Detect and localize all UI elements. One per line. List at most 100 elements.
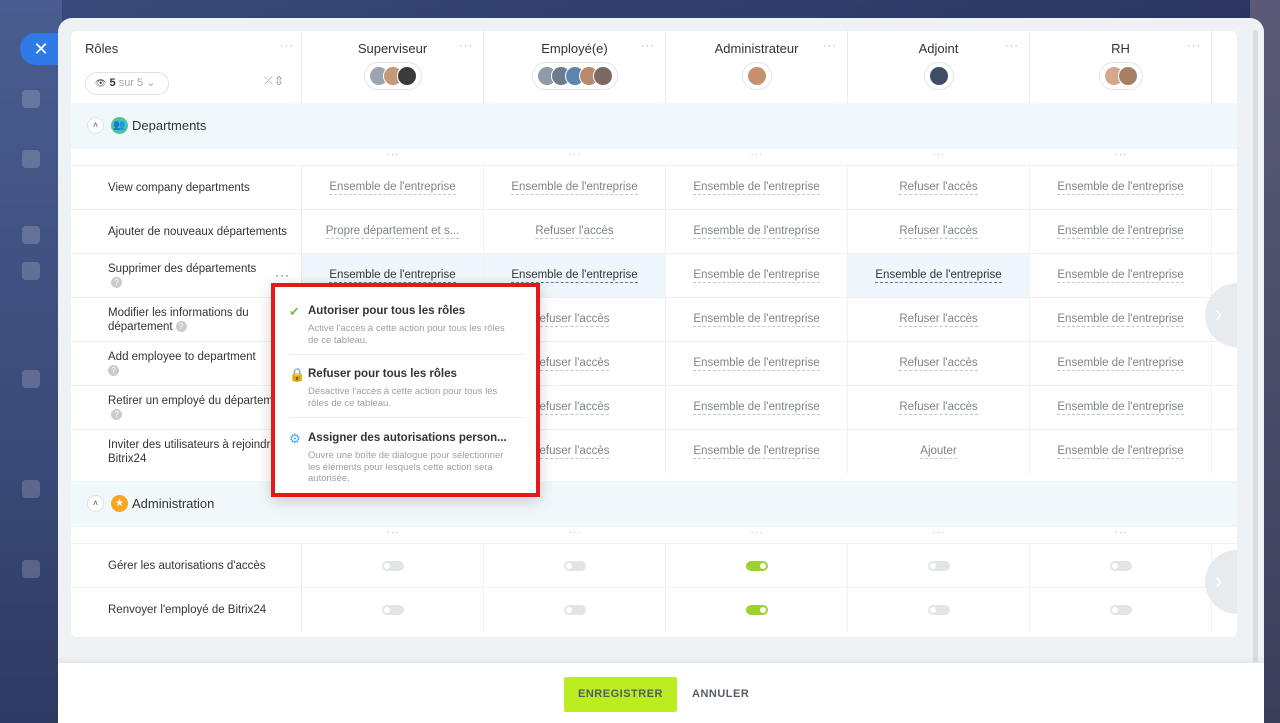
role-avatars[interactable] bbox=[363, 62, 422, 90]
column-menu-button[interactable]: ··· bbox=[666, 149, 848, 160]
permission-toggle-cell[interactable] bbox=[484, 544, 666, 588]
permissions-table: Rôles ··· 👁 5 sur 5 ⌄ ⤫ ⇳ Superviseur ··… bbox=[71, 31, 1237, 637]
help-icon[interactable]: ? bbox=[175, 321, 187, 333]
permission-cell[interactable]: Refuser l'accès bbox=[484, 210, 666, 254]
role-avatars[interactable] bbox=[531, 62, 618, 90]
permission-cell[interactable]: Ensemble de l'entreprise bbox=[484, 166, 666, 210]
permission-toggle-cell[interactable] bbox=[666, 588, 848, 632]
permission-toggle[interactable] bbox=[381, 605, 404, 615]
popup-item-title: Autoriser pour tous les rôles bbox=[308, 305, 466, 317]
role-column-adjoint[interactable]: Adjoint ··· bbox=[848, 31, 1030, 103]
column-menu-button[interactable]: ··· bbox=[302, 149, 484, 160]
permission-cell[interactable]: Ensemble de l'entreprise bbox=[1030, 298, 1212, 342]
role-menu-button[interactable]: ··· bbox=[641, 40, 655, 52]
column-menu-button[interactable]: ··· bbox=[1030, 149, 1212, 160]
column-menu-button[interactable]: ··· bbox=[484, 527, 666, 538]
permission-toggle[interactable] bbox=[563, 605, 586, 615]
role-column-superviseur[interactable]: Superviseur ··· bbox=[302, 31, 484, 103]
role-menu-button[interactable]: ··· bbox=[1187, 40, 1201, 52]
permission-toggle[interactable] bbox=[745, 561, 768, 571]
permission-cell[interactable]: Ensemble de l'entreprise bbox=[666, 430, 848, 474]
permission-toggle-cell[interactable] bbox=[484, 588, 666, 632]
permission-cell[interactable]: Ensemble de l'entreprise bbox=[1030, 386, 1212, 430]
roles-filter-pill[interactable]: 👁 5 sur 5 ⌄ bbox=[85, 72, 169, 95]
permission-cell[interactable]: Refuser l'accès bbox=[848, 342, 1030, 386]
permission-cell[interactable]: Ensemble de l'entreprise bbox=[666, 386, 848, 430]
role-menu-button[interactable]: ··· bbox=[459, 40, 473, 52]
permission-toggle[interactable] bbox=[1109, 561, 1132, 571]
chevron-up-icon[interactable]: ˄ bbox=[87, 117, 104, 134]
popup-item-desc: Désactive l'accès à cette action pour to… bbox=[308, 386, 498, 409]
permission-toggle[interactable] bbox=[381, 561, 404, 571]
permission-toggle-cell[interactable] bbox=[666, 544, 848, 588]
chevron-up-icon[interactable]: ˄ bbox=[87, 495, 104, 512]
column-menu-button[interactable]: ··· bbox=[848, 527, 1030, 538]
role-menu-button[interactable]: ··· bbox=[1005, 40, 1019, 52]
cell-value: Ensemble de l'entreprise bbox=[693, 401, 820, 415]
section-departments[interactable]: ˄ 👥 Departments bbox=[71, 103, 1237, 149]
column-menu-button[interactable]: ··· bbox=[484, 149, 666, 160]
section-administration[interactable]: ˄ ★ Administration bbox=[71, 481, 1237, 527]
column-menu-button[interactable]: ··· bbox=[1030, 527, 1212, 538]
row-menu-button[interactable]: ··· bbox=[275, 268, 290, 282]
roles-menu-button[interactable]: ··· bbox=[280, 40, 294, 52]
role-avatars[interactable] bbox=[1098, 62, 1143, 90]
permission-cell[interactable]: Refuser l'accès bbox=[848, 386, 1030, 430]
permission-cell[interactable]: Ensemble de l'entreprise bbox=[1030, 254, 1212, 298]
save-button[interactable]: ENREGISTRER bbox=[564, 677, 677, 712]
role-column-administrateur[interactable]: Administrateur ··· bbox=[666, 31, 848, 103]
permission-toggle[interactable] bbox=[563, 561, 586, 571]
vertical-scrollbar[interactable] bbox=[1253, 30, 1258, 690]
permission-toggle-cell[interactable] bbox=[848, 544, 1030, 588]
section-title: Departments bbox=[132, 118, 207, 133]
cell-value: Refuser l'accès bbox=[535, 225, 614, 239]
table-row: Ajouter de nouveaux départements Propre … bbox=[71, 209, 1237, 254]
help-icon[interactable]: ? bbox=[111, 409, 122, 421]
permission-cell[interactable]: Ensemble de l'entreprise bbox=[666, 166, 848, 210]
permission-toggle-cell[interactable] bbox=[1030, 544, 1212, 588]
role-avatars[interactable] bbox=[923, 62, 954, 90]
column-menu-button[interactable]: ··· bbox=[302, 527, 484, 538]
table-row: View company departments Ensemble de l'e… bbox=[71, 165, 1237, 210]
permission-toggle-cell[interactable] bbox=[302, 544, 484, 588]
permission-cell[interactable]: Ensemble de l'entreprise bbox=[666, 298, 848, 342]
close-slider-button[interactable]: ✕ bbox=[20, 33, 58, 65]
role-menu-button[interactable]: ··· bbox=[823, 40, 837, 52]
permission-cell[interactable]: Propre département et s... bbox=[302, 210, 484, 254]
permission-cell[interactable]: Refuser l'accès bbox=[848, 210, 1030, 254]
column-menu-button[interactable]: ··· bbox=[666, 527, 848, 538]
permission-toggle-cell[interactable] bbox=[1030, 588, 1212, 632]
permission-cell[interactable]: Ajouter bbox=[848, 430, 1030, 474]
permission-cell[interactable]: Ensemble de l'entreprise bbox=[1030, 210, 1212, 254]
permission-toggle[interactable] bbox=[1109, 605, 1132, 615]
permission-cell[interactable]: Ensemble de l'entreprise bbox=[848, 254, 1030, 298]
permission-cell[interactable]: Ensemble de l'entreprise bbox=[1030, 166, 1212, 210]
role-column-rh[interactable]: RH ··· bbox=[1030, 31, 1212, 103]
permission-cell[interactable]: Ensemble de l'entreprise bbox=[666, 254, 848, 298]
help-icon[interactable]: ? bbox=[111, 277, 122, 289]
cell-value: Ensemble de l'entreprise bbox=[693, 313, 820, 327]
permission-cell[interactable]: Ensemble de l'entreprise bbox=[1030, 342, 1212, 386]
table-row: Supprimer des départements? ··· Ensemble… bbox=[71, 253, 1237, 298]
role-column-employe[interactable]: Employé(e) ··· bbox=[484, 31, 666, 103]
role-avatars[interactable] bbox=[741, 62, 772, 90]
permission-cell[interactable]: Ensemble de l'entreprise bbox=[666, 342, 848, 386]
popup-item-desc: Active l'accès à cette action pour tous … bbox=[308, 323, 505, 346]
roles-title: Rôles bbox=[85, 41, 119, 56]
column-menu-button[interactable]: ··· bbox=[848, 149, 1030, 160]
expand-collapse-icon[interactable]: ⤫ ⇳ bbox=[264, 75, 282, 88]
permission-toggle[interactable] bbox=[745, 605, 768, 615]
permission-cell[interactable]: Ensemble de l'entreprise bbox=[666, 210, 848, 254]
permission-toggle-cell[interactable] bbox=[848, 588, 1030, 632]
permission-cell[interactable]: Refuser l'accès bbox=[848, 298, 1030, 342]
permission-toggle[interactable] bbox=[927, 605, 950, 615]
permission-cell[interactable]: Refuser l'accès bbox=[848, 166, 1030, 210]
avatar bbox=[1117, 66, 1138, 86]
permission-toggle[interactable] bbox=[927, 561, 950, 571]
permission-cell[interactable]: Ensemble de l'entreprise bbox=[302, 166, 484, 210]
help-icon[interactable]: ? bbox=[108, 365, 119, 377]
table-header: Rôles ··· 👁 5 sur 5 ⌄ ⤫ ⇳ Superviseur ··… bbox=[71, 31, 1237, 103]
cancel-button[interactable]: ANNULER bbox=[692, 677, 749, 712]
permission-cell[interactable]: Ensemble de l'entreprise bbox=[1030, 430, 1212, 474]
permission-toggle-cell[interactable] bbox=[302, 588, 484, 632]
